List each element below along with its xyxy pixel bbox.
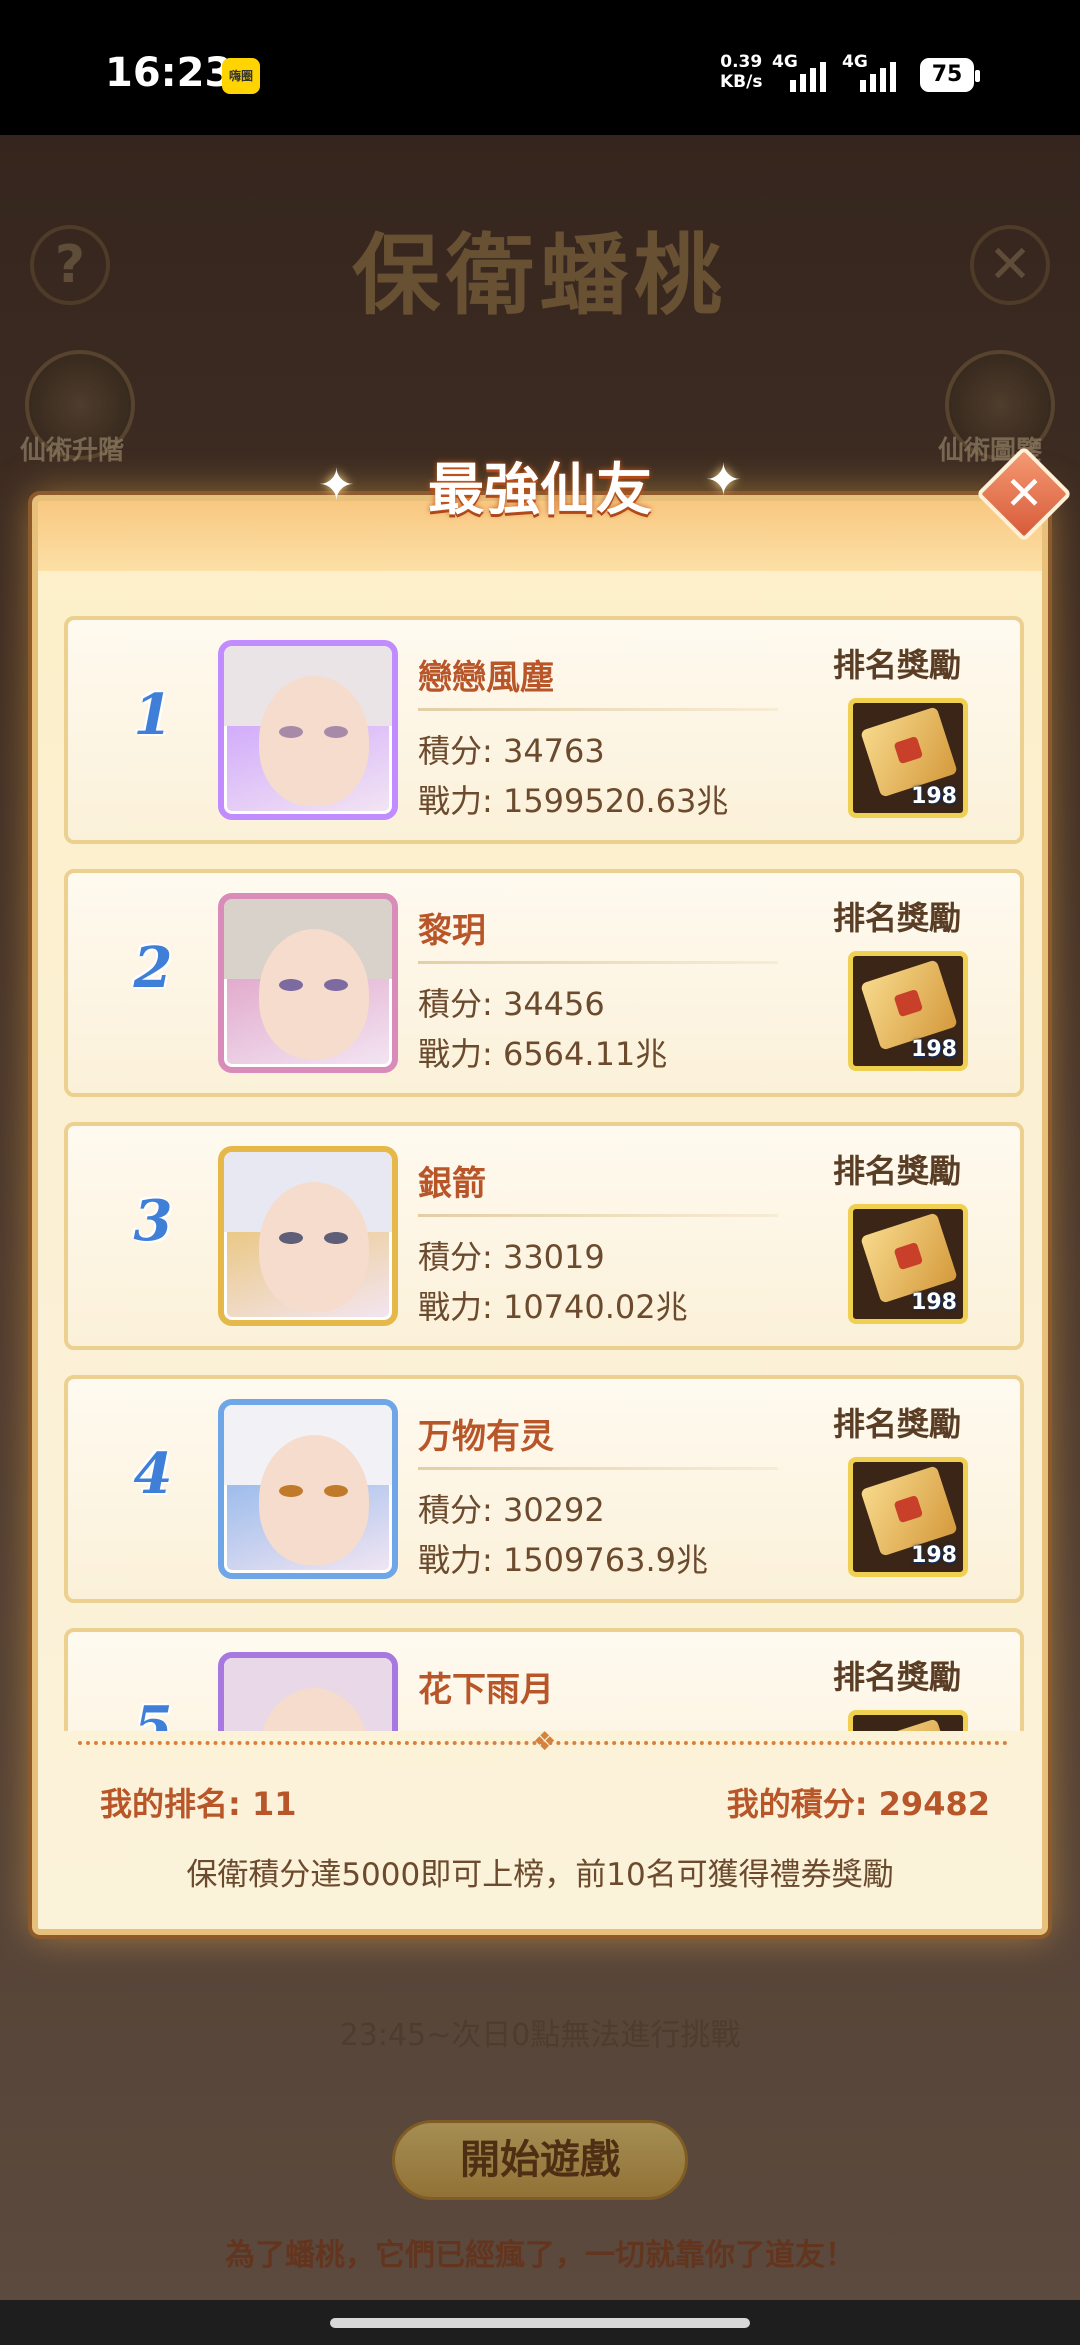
clock: 16:23 [105,50,233,96]
avatar[interactable] [218,1399,398,1579]
leaderboard-list[interactable]: 1 戀戀風塵 積分: 34763 戰力: 1599520.63兆 排名獎勵 19… [64,616,1024,1731]
rank-number: 5 [133,1694,173,1731]
avatar-eye [279,1485,303,1497]
player-power: 戰力: 6564.11兆 [418,1035,668,1073]
reward-item[interactable]: 198 [848,1457,968,1577]
avatar-eye [324,1485,348,1497]
reward-label: 排名獎勵 [833,1152,962,1190]
avatar-eye [324,1232,348,1244]
my-rank: 我的排名: 11 [100,1785,297,1823]
signal-icon-1 [790,60,826,92]
player-score: 積分: 34763 [418,732,605,770]
avatar-face [259,1182,369,1312]
reward-item[interactable] [848,1710,968,1731]
reward-label: 排名獎勵 [833,1658,962,1696]
reward-label: 排名獎勵 [833,646,962,684]
leaderboard-row: 3 銀箭 積分: 33019 戰力: 10740.02兆 排名獎勵 198 [64,1122,1024,1350]
divider [418,1214,778,1217]
player-name: 黎玥 [418,911,486,951]
reward-count: 198 [911,784,957,809]
player-score: 積分: 34456 [418,985,605,1023]
player-power: 戰力: 10740.02兆 [418,1288,688,1326]
reward-item[interactable]: 198 [848,698,968,818]
ticket-icon [860,1718,958,1731]
status-bar: 16:23 嗨圈 0.39 KB/s 4G 4G 75 [0,0,1080,135]
avatar[interactable] [218,640,398,820]
close-icon: ✕ [1004,466,1044,520]
avatar[interactable] [218,893,398,1073]
leaderboard-row: 4 万物有灵 積分: 30292 戰力: 1509763.9兆 排名獎勵 198 [64,1375,1024,1603]
avatar-eye [279,1232,303,1244]
home-indicator[interactable] [330,2318,750,2328]
leaderboard-row: 2 黎玥 積分: 34456 戰力: 6564.11兆 排名獎勵 198 [64,869,1024,1097]
net-speed-value: 0.39 [720,52,763,72]
leaderboard-modal: 1 戀戀風塵 積分: 34763 戰力: 1599520.63兆 排名獎勵 19… [32,495,1048,1935]
player-name: 銀箭 [418,1164,486,1204]
divider [418,708,778,711]
reward-label: 排名獎勵 [833,1405,962,1443]
battery-icon: 75 [920,58,980,92]
avatar-eye [279,979,303,991]
avatar-face [259,929,369,1059]
avatar-eye [324,726,348,738]
modal-title: 最強仙友 [428,458,652,523]
rank-number: 4 [133,1441,173,1507]
net-speed-unit: KB/s [720,72,763,92]
avatar-eye [279,726,303,738]
avatar[interactable] [218,1652,398,1731]
diamond-ornament-icon: ❖ [533,1727,557,1757]
app-notification-icon: 嗨圈 [222,58,260,94]
reward-label: 排名獎勵 [833,899,962,937]
rank-number: 1 [133,682,173,748]
divider [418,1467,778,1470]
divider [418,961,778,964]
reward-count: 198 [911,1037,957,1062]
sparkle-icon: ✦ [318,460,355,511]
leaderboard-row: 5 花下雨月 排名獎勵 [64,1628,1024,1731]
signal-icon-2 [860,60,896,92]
reward-item[interactable]: 198 [848,1204,968,1324]
rank-number: 3 [133,1188,173,1254]
reward-count: 198 [911,1543,957,1568]
player-name: 花下雨月 [418,1670,554,1710]
my-score: 我的積分: 29482 [726,1785,990,1823]
sparkle-icon: ✦ [705,455,742,506]
leaderboard-row: 1 戀戀風塵 積分: 34763 戰力: 1599520.63兆 排名獎勵 19… [64,616,1024,844]
avatar-eye [324,979,348,991]
player-score: 積分: 33019 [418,1238,605,1276]
avatar[interactable] [218,1146,398,1326]
player-power: 戰力: 1509763.9兆 [418,1541,709,1579]
reward-item[interactable]: 198 [848,951,968,1071]
player-name: 万物有灵 [418,1417,554,1457]
ranking-rule-text: 保衛積分達5000即可上榜，前10名可獲得禮券獎勵 [186,1857,894,1893]
player-score: 積分: 30292 [418,1491,605,1529]
rank-number: 2 [133,935,173,1001]
avatar-face [259,676,369,806]
reward-count: 198 [911,1290,957,1315]
player-name: 戀戀風塵 [418,658,554,698]
network-speed: 0.39 KB/s [720,52,762,92]
avatar-face [259,1435,369,1565]
player-power: 戰力: 1599520.63兆 [418,782,729,820]
